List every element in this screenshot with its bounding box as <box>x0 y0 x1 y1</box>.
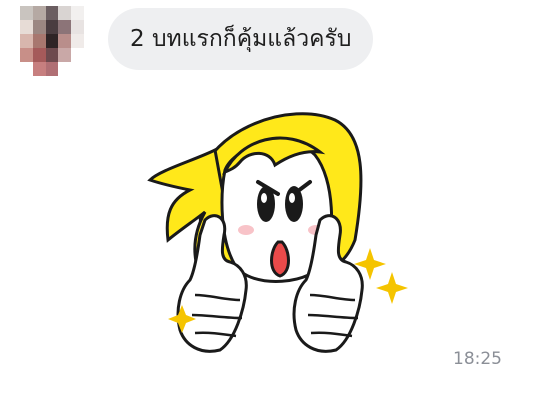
message-bubble[interactable]: 2 บทแรกก็คุ้มแล้วครับ <box>108 8 374 70</box>
message-text: 2 บทแรกก็คุ้มแล้วครับ <box>130 26 352 52</box>
sender-avatar[interactable] <box>20 6 84 76</box>
message-timestamp: 18:25 <box>453 349 502 369</box>
sticker-thumbs-up-icon[interactable] <box>140 100 420 370</box>
